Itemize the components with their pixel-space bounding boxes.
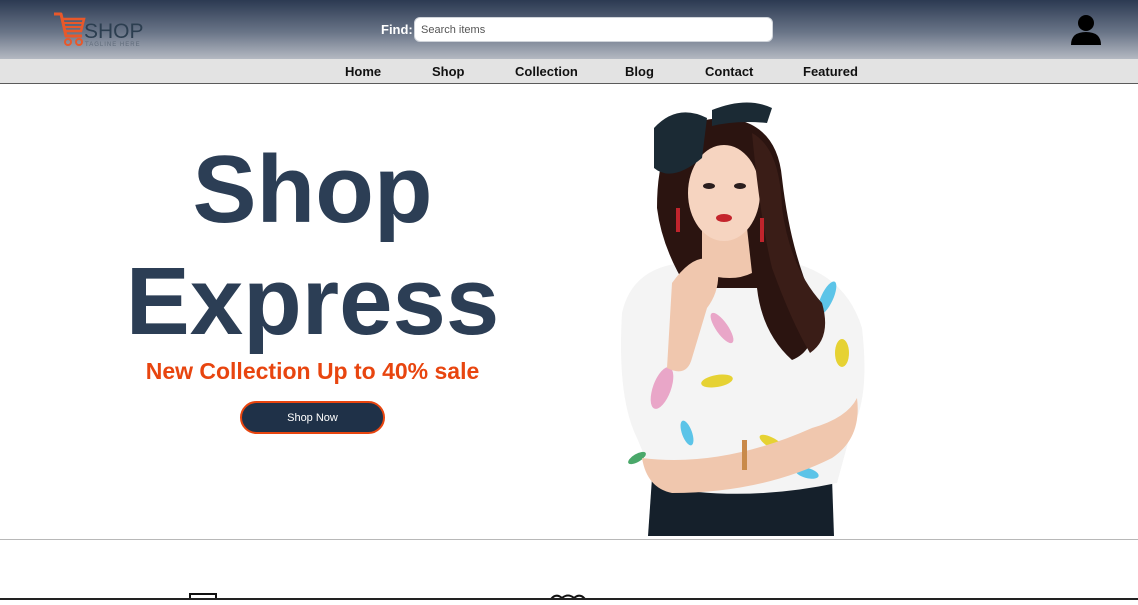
feature-icons-row [189, 593, 586, 601]
nav-contact[interactable]: Contact [705, 64, 753, 79]
hero-title-line1: Shop [192, 136, 433, 243]
account-icon [1071, 15, 1101, 45]
logo-tagline: TAGLINE HERE [85, 42, 141, 48]
nav-shop[interactable]: Shop [432, 64, 465, 79]
main-nav: Home Shop Collection Blog Contact Featur… [0, 59, 1138, 84]
nav-collection[interactable]: Collection [515, 64, 578, 79]
site-header: SHOP TAGLINE HERE Find: [0, 0, 1138, 59]
nav-blog[interactable]: Blog [625, 64, 654, 79]
user-icon[interactable] [1068, 12, 1104, 48]
shop-now-button[interactable]: Shop Now [240, 401, 385, 434]
nav-featured[interactable]: Featured [803, 64, 858, 79]
search-input[interactable] [414, 17, 773, 42]
shopping-cart-icon [54, 12, 86, 46]
hero-banner: Shop Express New Collection Up to 40% sa… [0, 84, 1138, 540]
logo-text: SHOP [84, 20, 144, 43]
shop-logo[interactable]: SHOP TAGLINE HERE [52, 10, 152, 52]
hero-subtitle: New Collection Up to 40% sale [145, 358, 480, 384]
nav-home[interactable]: Home [345, 64, 381, 79]
woman-model-photo [621, 102, 865, 536]
hero-title-line2: Express [125, 248, 500, 355]
find-label: Find: [381, 22, 413, 37]
bottom-section [0, 541, 1138, 601]
